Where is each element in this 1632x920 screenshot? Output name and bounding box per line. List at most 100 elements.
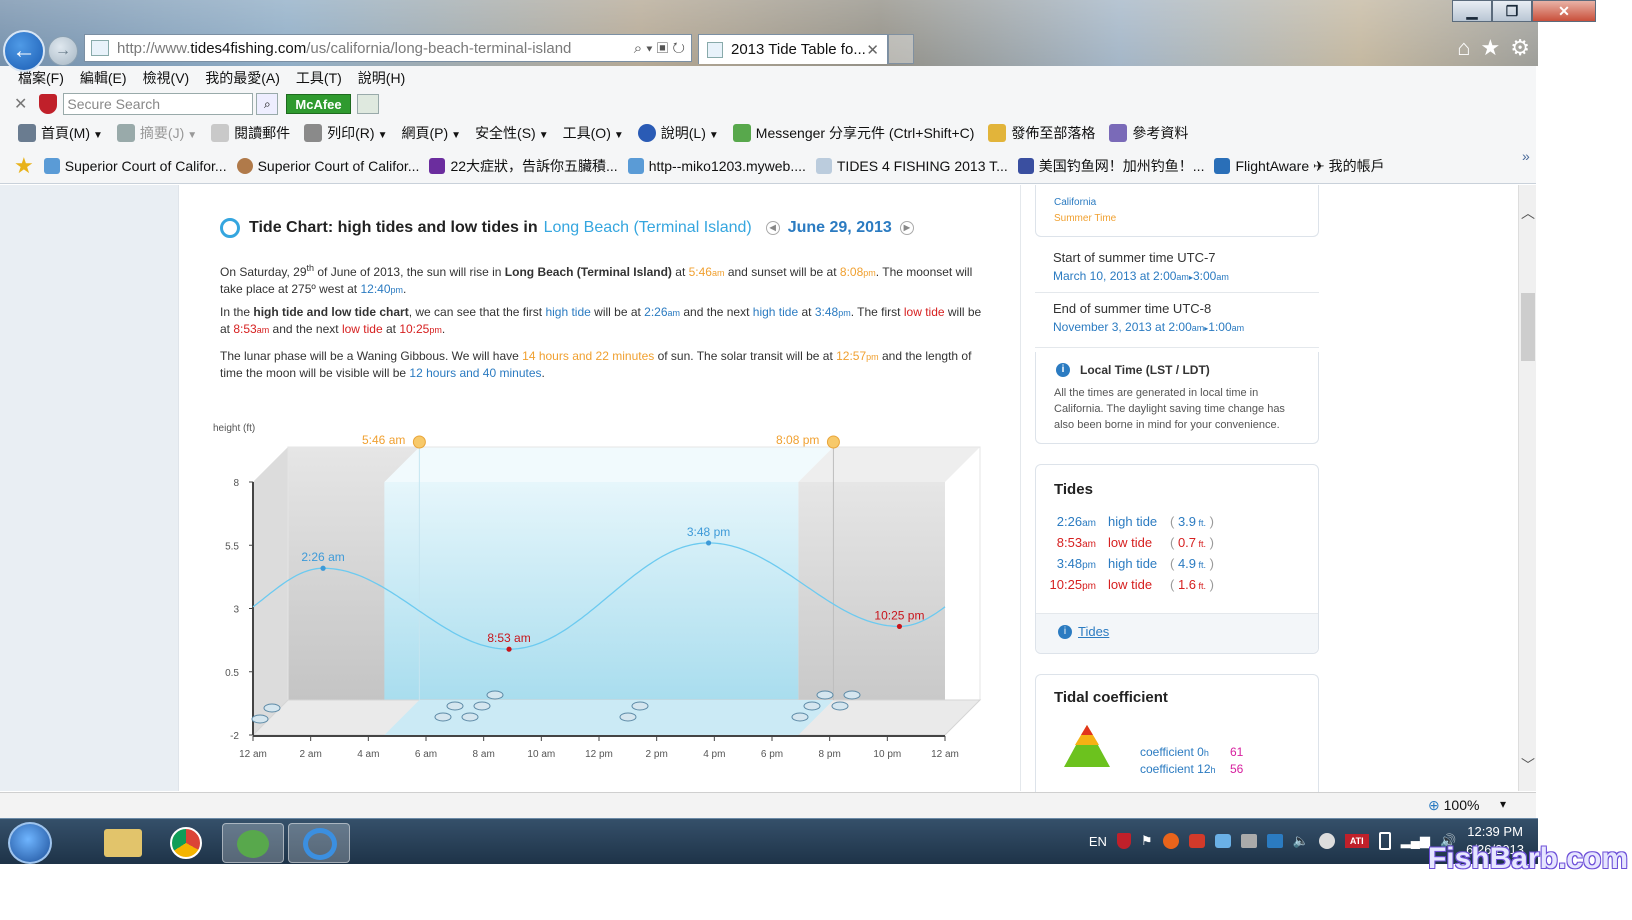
- toolbar-extra-icon[interactable]: [356, 94, 379, 114]
- home-command[interactable]: 首頁(M) ▼: [18, 123, 103, 143]
- safety-command[interactable]: 安全性(S) ▼: [475, 123, 549, 143]
- screen: ▁ ❐ ✕ ← → http://www.tides4fishing.com/u…: [0, 0, 1632, 920]
- divider: [1035, 347, 1319, 348]
- tools-command[interactable]: 工具(O) ▼: [563, 123, 624, 143]
- zoom-level[interactable]: ⊕ 100%: [1428, 797, 1479, 814]
- toolbar-close-icon[interactable]: ✕: [14, 94, 27, 114]
- day-top-panel: [384, 447, 834, 482]
- tides-link[interactable]: Tides: [1078, 624, 1109, 639]
- fish-icon: [461, 712, 479, 722]
- tide-row: 10:25pm low tide ( 1.6 ft. ): [1036, 574, 1320, 595]
- mail-icon: [211, 124, 230, 142]
- fav-label: Superior Court of Califor...: [64, 157, 227, 174]
- fav-item[interactable]: http--miko1203.myweb....: [627, 157, 806, 174]
- taskbar-explorer[interactable]: [92, 823, 154, 863]
- ati-icon[interactable]: ATI: [1344, 834, 1369, 848]
- speaker-icon[interactable]: 🔈: [1293, 833, 1309, 849]
- forward-button[interactable]: →: [48, 36, 78, 66]
- signal-icon[interactable]: ▂▄▆: [1401, 833, 1430, 849]
- gear-icon[interactable]: ⚙: [1510, 35, 1530, 61]
- fav-item[interactable]: 美国钓鱼网！加州钓鱼！...: [1017, 156, 1205, 176]
- favorites-overflow-icon[interactable]: »: [1522, 148, 1530, 164]
- fav-item[interactable]: Superior Court of Califor...: [236, 157, 419, 174]
- read-mail-command[interactable]: 閱讀郵件: [211, 123, 290, 143]
- taskbar-ie[interactable]: [288, 823, 350, 863]
- fav-item[interactable]: FlightAware ✈ 我的帳戶: [1214, 156, 1385, 176]
- title-location[interactable]: Long Beach (Terminal Island): [544, 219, 752, 237]
- books-icon: [1109, 124, 1128, 142]
- status-bar: ⊕ 100% ▾: [0, 792, 1536, 818]
- scroll-thumb[interactable]: [1521, 293, 1535, 361]
- info-icon: i: [1058, 625, 1072, 639]
- close-button[interactable]: ✕: [1532, 0, 1596, 22]
- menu-help[interactable]: 說明(H): [358, 68, 405, 88]
- feeds-command[interactable]: 摘要(J) ▼: [116, 123, 198, 143]
- fav-item[interactable]: Superior Court of Califor...: [43, 157, 227, 174]
- fav-item[interactable]: TIDES 4 FISHING 2013 T...: [815, 157, 1008, 174]
- start-button[interactable]: [8, 822, 52, 864]
- local-time-title: Local Time (LST / LDT): [1080, 363, 1210, 377]
- blog-command[interactable]: 發佈至部落格: [988, 123, 1095, 143]
- vertical-scrollbar[interactable]: ︿ ﹀: [1518, 185, 1536, 791]
- restore-button[interactable]: ❐: [1492, 0, 1532, 22]
- chevron-down-icon: ▼: [187, 130, 198, 141]
- chrome-icon: [170, 827, 202, 859]
- folder-icon: [104, 829, 142, 857]
- fav-label: 美国钓鱼网！加州钓鱼！...: [1038, 157, 1205, 174]
- search-icon[interactable]: ⌕: [256, 93, 279, 115]
- tab-close-icon[interactable]: ✕: [866, 41, 879, 59]
- language-indicator[interactable]: EN: [1089, 834, 1107, 849]
- mcafee-button[interactable]: McAfee: [286, 94, 351, 114]
- favorites-star-icon[interactable]: ★: [14, 153, 34, 179]
- mcafee-tray-icon[interactable]: [1116, 833, 1131, 849]
- menu-tools[interactable]: 工具(T): [296, 68, 342, 88]
- tide-row: 8:53am low tide ( 0.7 ft. ): [1036, 532, 1320, 553]
- favorites-star-icon[interactable]: ★: [1481, 35, 1501, 61]
- next-day-icon[interactable]: ▶: [899, 221, 914, 235]
- divider: [1035, 292, 1319, 293]
- app-tray-icon[interactable]: [1188, 834, 1205, 848]
- fish-icon: [473, 701, 491, 711]
- messenger-command[interactable]: Messenger 分享元件 (Ctrl+Shift+C): [732, 123, 974, 143]
- tide-type: low tide: [1108, 577, 1153, 592]
- minimize-button[interactable]: ▁: [1452, 0, 1492, 22]
- menu-favorites[interactable]: 我的最愛(A): [205, 68, 280, 88]
- new-tab-button[interactable]: [888, 34, 914, 64]
- help-command[interactable]: 說明(L) ▼: [637, 123, 719, 143]
- bluetooth-icon[interactable]: [1266, 834, 1283, 848]
- home-icon[interactable]: ⌂: [1457, 35, 1470, 61]
- prev-day-icon[interactable]: ◀: [765, 221, 780, 235]
- print-label: 列印(R): [327, 125, 375, 141]
- back-button[interactable]: ←: [3, 30, 45, 72]
- fav-item[interactable]: 22大症狀，告訴你五臟積...: [429, 156, 618, 176]
- browser-right-icons: ⌂ ★ ⚙: [1457, 35, 1530, 61]
- printer-icon: [304, 124, 323, 142]
- scroll-down-icon[interactable]: ﹀: [1521, 755, 1535, 775]
- print-command[interactable]: 列印(R) ▼: [304, 123, 387, 143]
- address-tools-icon[interactable]: ⌕ ▾ ▣ ↻: [634, 40, 691, 57]
- page-command[interactable]: 網頁(P) ▼: [401, 123, 461, 143]
- taskbar-chrome[interactable]: [156, 823, 218, 863]
- address-bar[interactable]: http://www.tides4fishing.com/us/californ…: [84, 34, 692, 62]
- flag-icon[interactable]: ⚑: [1141, 833, 1153, 849]
- clock-app-icon[interactable]: [1318, 833, 1335, 849]
- address-url[interactable]: http://www.tides4fishing.com/us/californ…: [117, 40, 571, 57]
- sunrise-icon: [412, 435, 426, 449]
- device-icon[interactable]: [1240, 834, 1257, 848]
- tide-point-label: 2:26 am: [301, 550, 344, 564]
- x-tick-label: 8 pm: [819, 749, 841, 760]
- x-tick-label: 4 am: [357, 749, 379, 760]
- taskbar-messenger[interactable]: [222, 823, 284, 863]
- network-app-icon[interactable]: [1214, 834, 1231, 848]
- menu-edit[interactable]: 編輯(E): [80, 68, 127, 88]
- reference-command[interactable]: 參考資料: [1109, 123, 1188, 143]
- tab-tide-table[interactable]: 2013 Tide Table fo... ✕: [698, 34, 888, 64]
- scroll-up-icon[interactable]: ︿: [1521, 203, 1535, 223]
- zoom-dropdown-icon[interactable]: ▾: [1500, 797, 1506, 811]
- menu-view[interactable]: 檢視(V): [143, 68, 190, 88]
- region-label: California: [1054, 197, 1097, 208]
- fav-label: TIDES 4 FISHING 2013 T...: [836, 157, 1008, 174]
- alert-icon[interactable]: [1162, 833, 1179, 849]
- secure-search-input[interactable]: Secure Search: [63, 93, 254, 115]
- battery-icon[interactable]: [1378, 832, 1391, 850]
